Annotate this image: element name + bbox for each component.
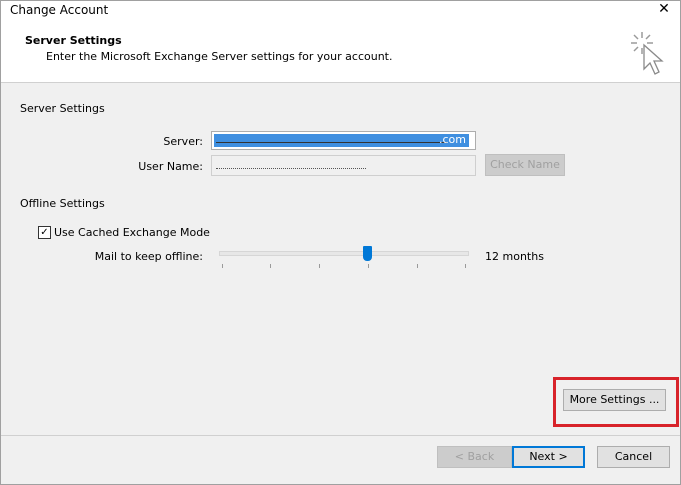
server-value-selection: .com [214,133,469,147]
username-label: User Name: [138,160,203,173]
back-button[interactable]: < Back [437,446,512,468]
dialog-body: Server Settings Server: .com User Name: … [1,83,680,435]
change-account-dialog: Change Account ✕ Server Settings Enter t… [0,0,681,485]
slider-track [219,251,469,256]
slider-tick [368,264,369,268]
header-title: Server Settings [25,34,122,47]
slider-thumb[interactable] [363,246,372,261]
server-settings-section-label: Server Settings [20,102,105,115]
cancel-button[interactable]: Cancel [597,446,670,468]
slider-tick [270,264,271,268]
slider-tick [465,264,466,268]
wizard-cursor-icon [631,32,664,75]
close-icon[interactable]: ✕ [654,1,674,17]
redacted-server-text [216,142,447,143]
footer-divider [1,435,680,436]
header-subtitle: Enter the Microsoft Exchange Server sett… [46,50,393,63]
title-bar: Change Account ✕ [1,1,680,23]
check-name-button[interactable]: Check Name [485,154,565,176]
next-button[interactable]: Next > [512,446,585,468]
offline-settings-section-label: Offline Settings [20,197,105,210]
server-label: Server: [163,135,203,148]
mail-offline-label: Mail to keep offline: [94,250,203,263]
username-input[interactable] [211,155,476,176]
slider-tick [417,264,418,268]
more-settings-button[interactable]: More Settings ... [563,389,666,411]
mail-offline-value: 12 months [485,250,544,263]
cached-mode-checkbox[interactable]: ✓ [38,226,51,239]
server-value-suffix: .com [439,133,466,146]
cached-mode-label[interactable]: Use Cached Exchange Mode [54,226,210,239]
server-input[interactable]: .com [211,131,476,150]
slider-tick [319,264,320,268]
slider-tick [222,264,223,268]
header-band: Server Settings Enter the Microsoft Exch… [1,23,680,83]
redacted-username-text [216,159,366,169]
window-title: Change Account [10,3,109,17]
